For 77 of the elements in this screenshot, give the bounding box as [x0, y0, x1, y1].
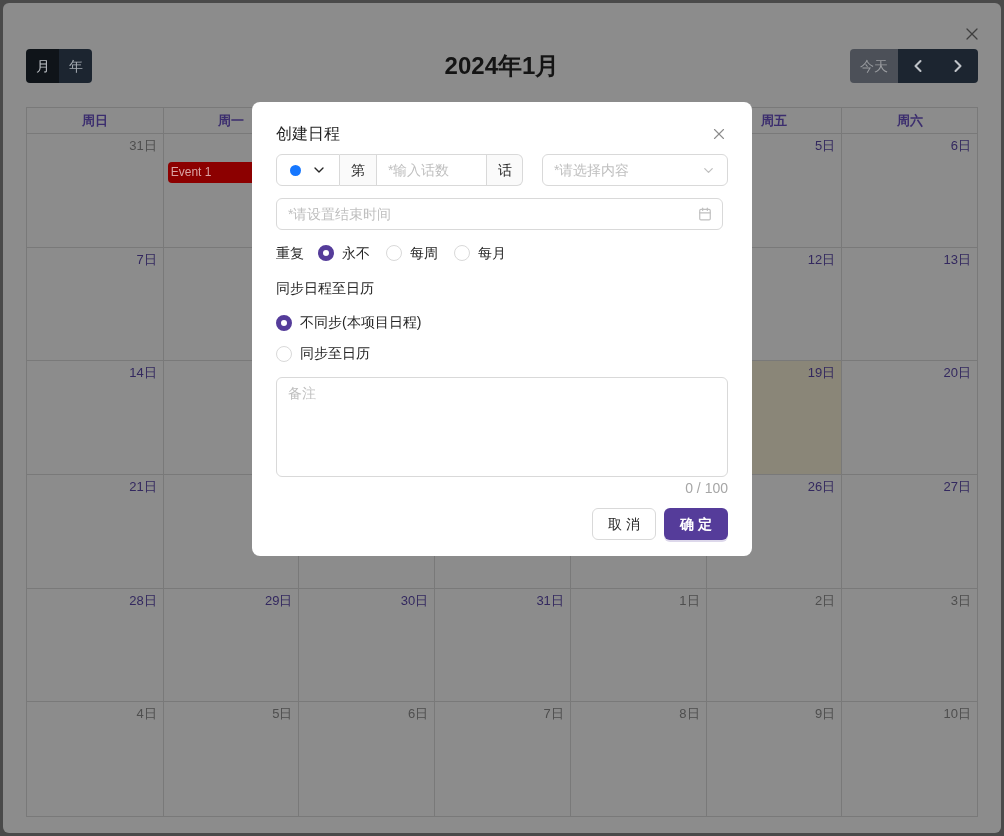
radio-option[interactable]: 每月: [454, 242, 506, 264]
day-number: 27日: [943, 479, 972, 495]
radio-label: 每月: [478, 243, 506, 263]
notes-field[interactable]: 备注: [276, 377, 728, 477]
day-number: 14日: [129, 365, 158, 382]
day-number: 4日: [136, 706, 158, 723]
day-cell[interactable]: 5日: [162, 702, 299, 816]
day-cell[interactable]: 29日: [162, 588, 299, 703]
sync-label: 同步日程至日历: [276, 279, 375, 298]
day-number: 31日: [536, 592, 565, 609]
day-number: 10日: [943, 706, 972, 723]
radio-button[interactable]: [318, 245, 334, 261]
day-cell[interactable]: 30日: [298, 588, 435, 703]
day-number: 29日: [264, 592, 294, 609]
today-button[interactable]: 今天: [850, 49, 898, 83]
day-cell[interactable]: 7日: [434, 702, 570, 816]
radio-label: 永不: [342, 243, 370, 263]
previous-button[interactable]: [898, 49, 938, 83]
day-number: 9日: [815, 706, 837, 723]
day-number: 13日: [943, 251, 972, 268]
input-suffix: 话: [487, 154, 523, 186]
day-number: 5日: [815, 138, 837, 154]
radio-label: 不同步(本项目日程): [300, 313, 422, 332]
weekday-header: 周日: [81, 111, 108, 130]
day-number: 20日: [943, 365, 972, 382]
end-time-field[interactable]: *请设置结束时间: [276, 198, 723, 230]
day-number: 7日: [543, 706, 565, 723]
episode-input[interactable]: *输入话数: [376, 154, 487, 186]
day-cell[interactable]: 6日: [298, 702, 435, 816]
day-number: 6日: [407, 706, 430, 723]
day-cell[interactable]: 27日: [841, 475, 977, 589]
weekday-header: 周五: [760, 111, 787, 130]
day-number: 12日: [807, 251, 837, 268]
day-cell[interactable]: 20日: [841, 361, 977, 475]
radio-option[interactable]: 永不: [318, 242, 370, 264]
day-cell[interactable]: 6日: [841, 134, 977, 248]
day-cell[interactable]: 7日: [27, 247, 163, 362]
radio-label: 每周: [410, 243, 438, 263]
view-tab[interactable]: 月: [26, 49, 59, 83]
day-number: 5日: [272, 706, 294, 723]
input-prefix: 第: [340, 154, 376, 186]
day-cell[interactable]: 2日: [705, 588, 842, 703]
confirm-button[interactable]: 确 定: [664, 508, 728, 540]
month-title: 2024年1月: [443, 51, 561, 81]
day-cell[interactable]: 31日: [434, 588, 570, 703]
weekday-header: 周一: [218, 111, 245, 130]
day-number: 19日: [807, 365, 837, 382]
weekday-header: 周六: [896, 111, 923, 130]
day-number: 1日: [679, 592, 701, 609]
day-cell[interactable]: 28日: [27, 588, 163, 703]
day-number: 21日: [129, 479, 158, 495]
day-number: 28日: [129, 592, 158, 609]
radio-button[interactable]: [276, 314, 292, 331]
day-cell[interactable]: 31日: [27, 134, 163, 248]
day-cell[interactable]: 1日: [569, 588, 706, 703]
day-cell[interactable]: 8日: [569, 702, 706, 816]
day-number: 31日: [129, 138, 158, 154]
next-button[interactable]: [938, 49, 978, 83]
day-number: 8日: [679, 706, 701, 723]
day-number: 3日: [950, 592, 972, 609]
day-cell[interactable]: 4日: [27, 702, 163, 816]
day-number: 30日: [400, 592, 430, 609]
day-cell[interactable]: 9日: [705, 702, 842, 816]
day-cell[interactable]: 3日: [841, 588, 977, 703]
view-tab[interactable]: 年: [59, 49, 92, 83]
day-number: 7日: [136, 251, 158, 268]
radio-option[interactable]: 每周: [386, 242, 438, 264]
radio-label: 同步至日历: [300, 344, 370, 363]
day-cell[interactable]: 21日: [27, 475, 163, 589]
calendar-icon: [698, 207, 712, 221]
day-number: 26日: [807, 479, 837, 495]
day-number: 6日: [950, 138, 972, 154]
day-cell[interactable]: 13日: [841, 247, 977, 362]
day-number: 2日: [815, 592, 837, 609]
day-cell[interactable]: 10日: [841, 702, 977, 816]
cancel-button[interactable]: 取 消: [592, 508, 656, 540]
day-cell[interactable]: 14日: [27, 361, 163, 475]
